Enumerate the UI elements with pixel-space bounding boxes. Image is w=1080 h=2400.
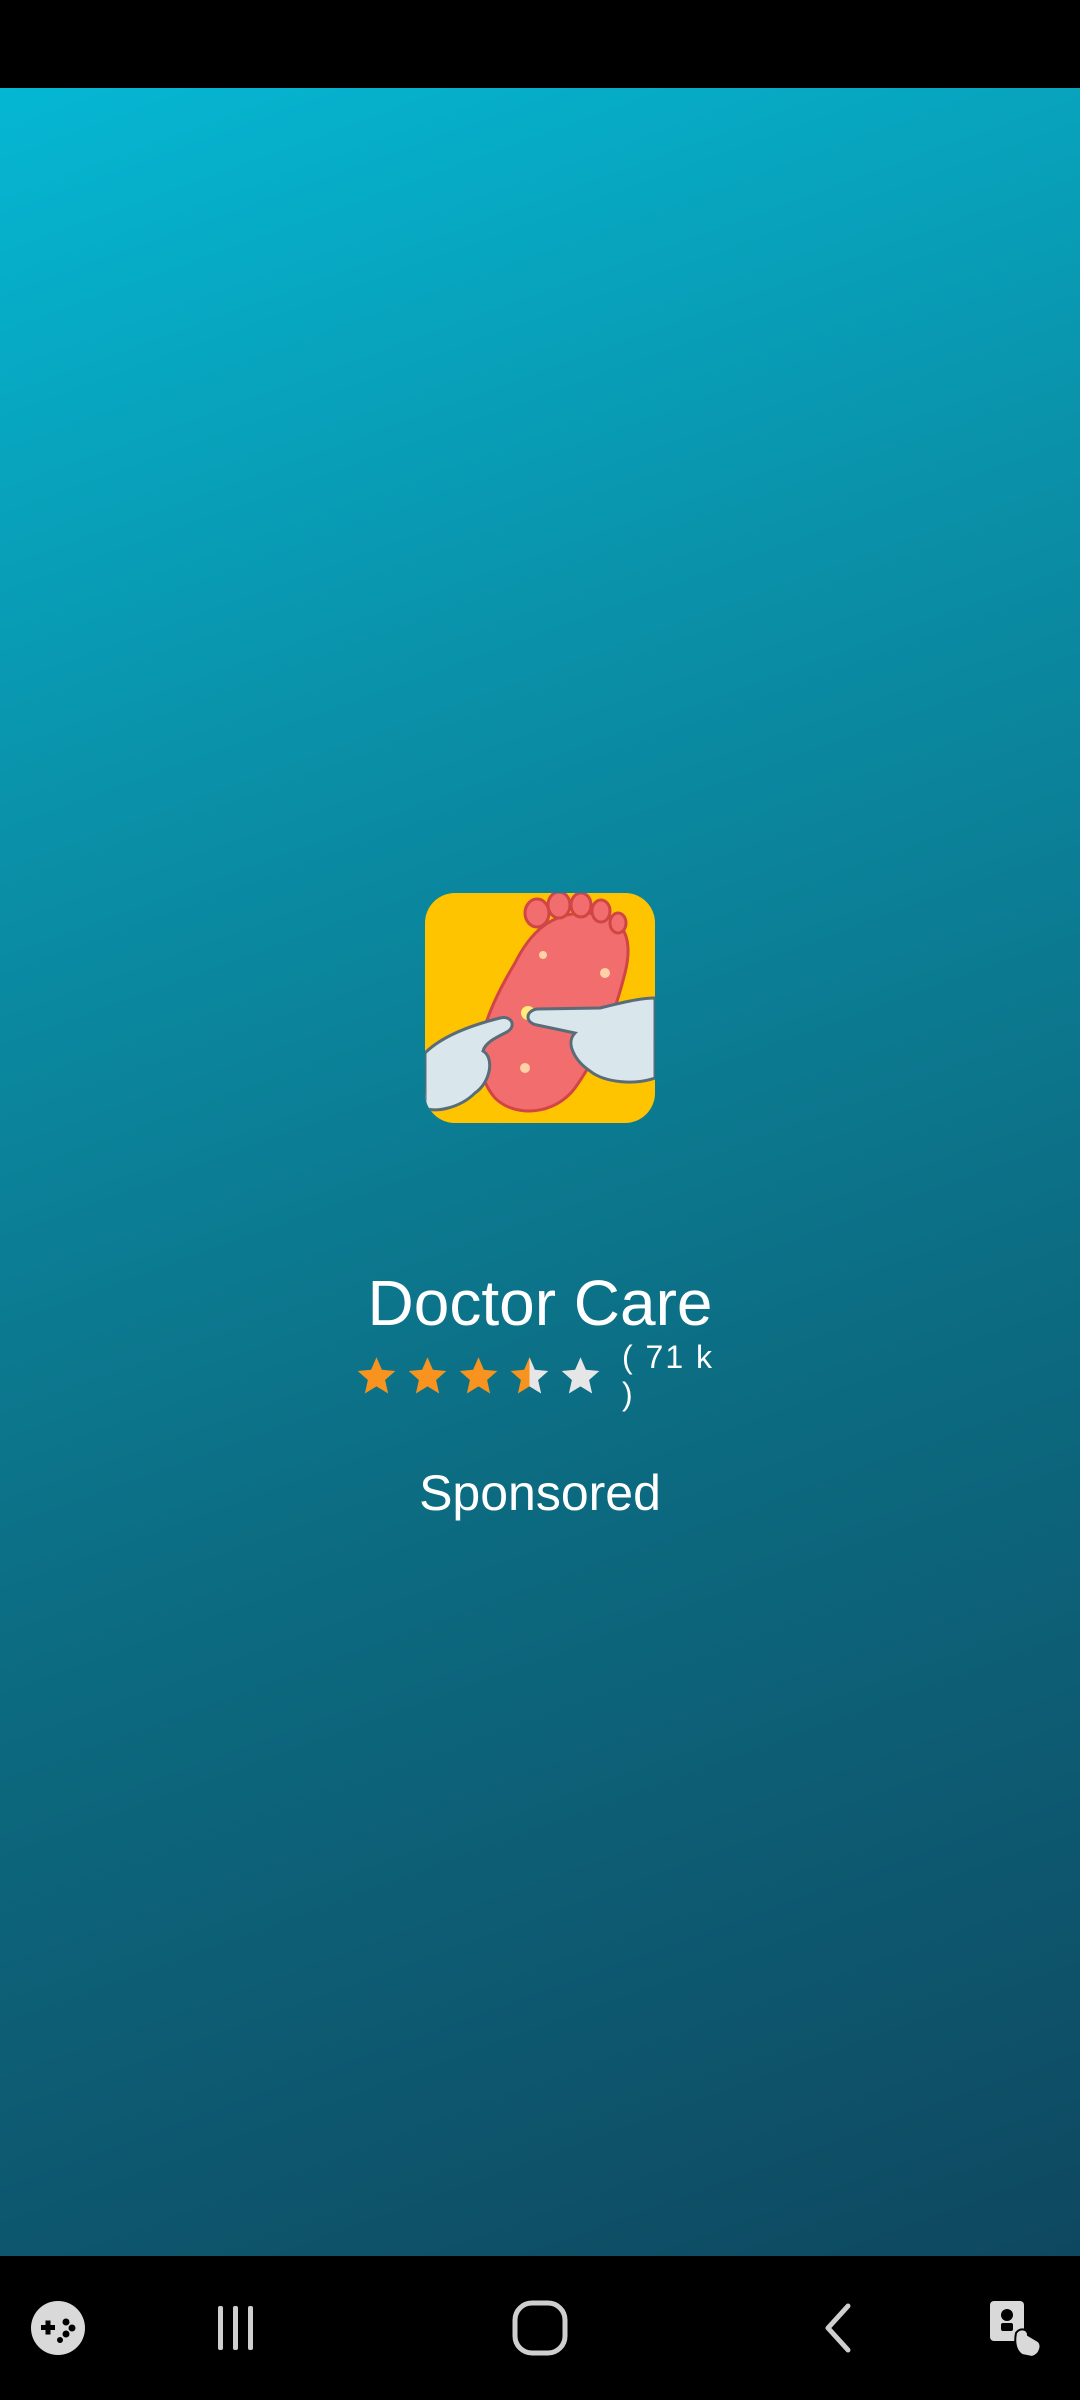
foot-app-icon[interactable]: [425, 893, 655, 1123]
ad-interstitial[interactable]: Doctor Care ( 71 k ) Sponsored: [0, 88, 1080, 2256]
accessibility-icon: [990, 2301, 1042, 2359]
home-button[interactable]: [490, 2278, 590, 2378]
recent-apps-button[interactable]: [186, 2278, 286, 2378]
star-filled-icon: [357, 1357, 396, 1394]
navigation-bar: [0, 2256, 1080, 2400]
star-empty-icon: [561, 1357, 600, 1394]
star-filled-icon: [408, 1357, 447, 1394]
recent-apps-icon: [218, 2306, 253, 2350]
rating: ( 71 k ): [355, 1339, 735, 1412]
back-button[interactable]: [790, 2278, 890, 2378]
foot-app-icon-graphic: [425, 893, 655, 1123]
back-icon: [825, 2303, 851, 2353]
game-launcher-icon: [31, 2301, 85, 2355]
accessibility-button[interactable]: [965, 2278, 1065, 2378]
rating-count: ( 71 k ): [622, 1339, 715, 1412]
star-half-icon: [510, 1357, 549, 1394]
status-bar: [0, 0, 1080, 88]
home-icon: [512, 2300, 568, 2356]
sponsored-label: Sponsored: [419, 1465, 661, 1521]
star-filled-icon: [459, 1357, 498, 1394]
game-launcher-button[interactable]: [8, 2278, 108, 2378]
app-title[interactable]: Doctor Care: [0, 1263, 1080, 1343]
